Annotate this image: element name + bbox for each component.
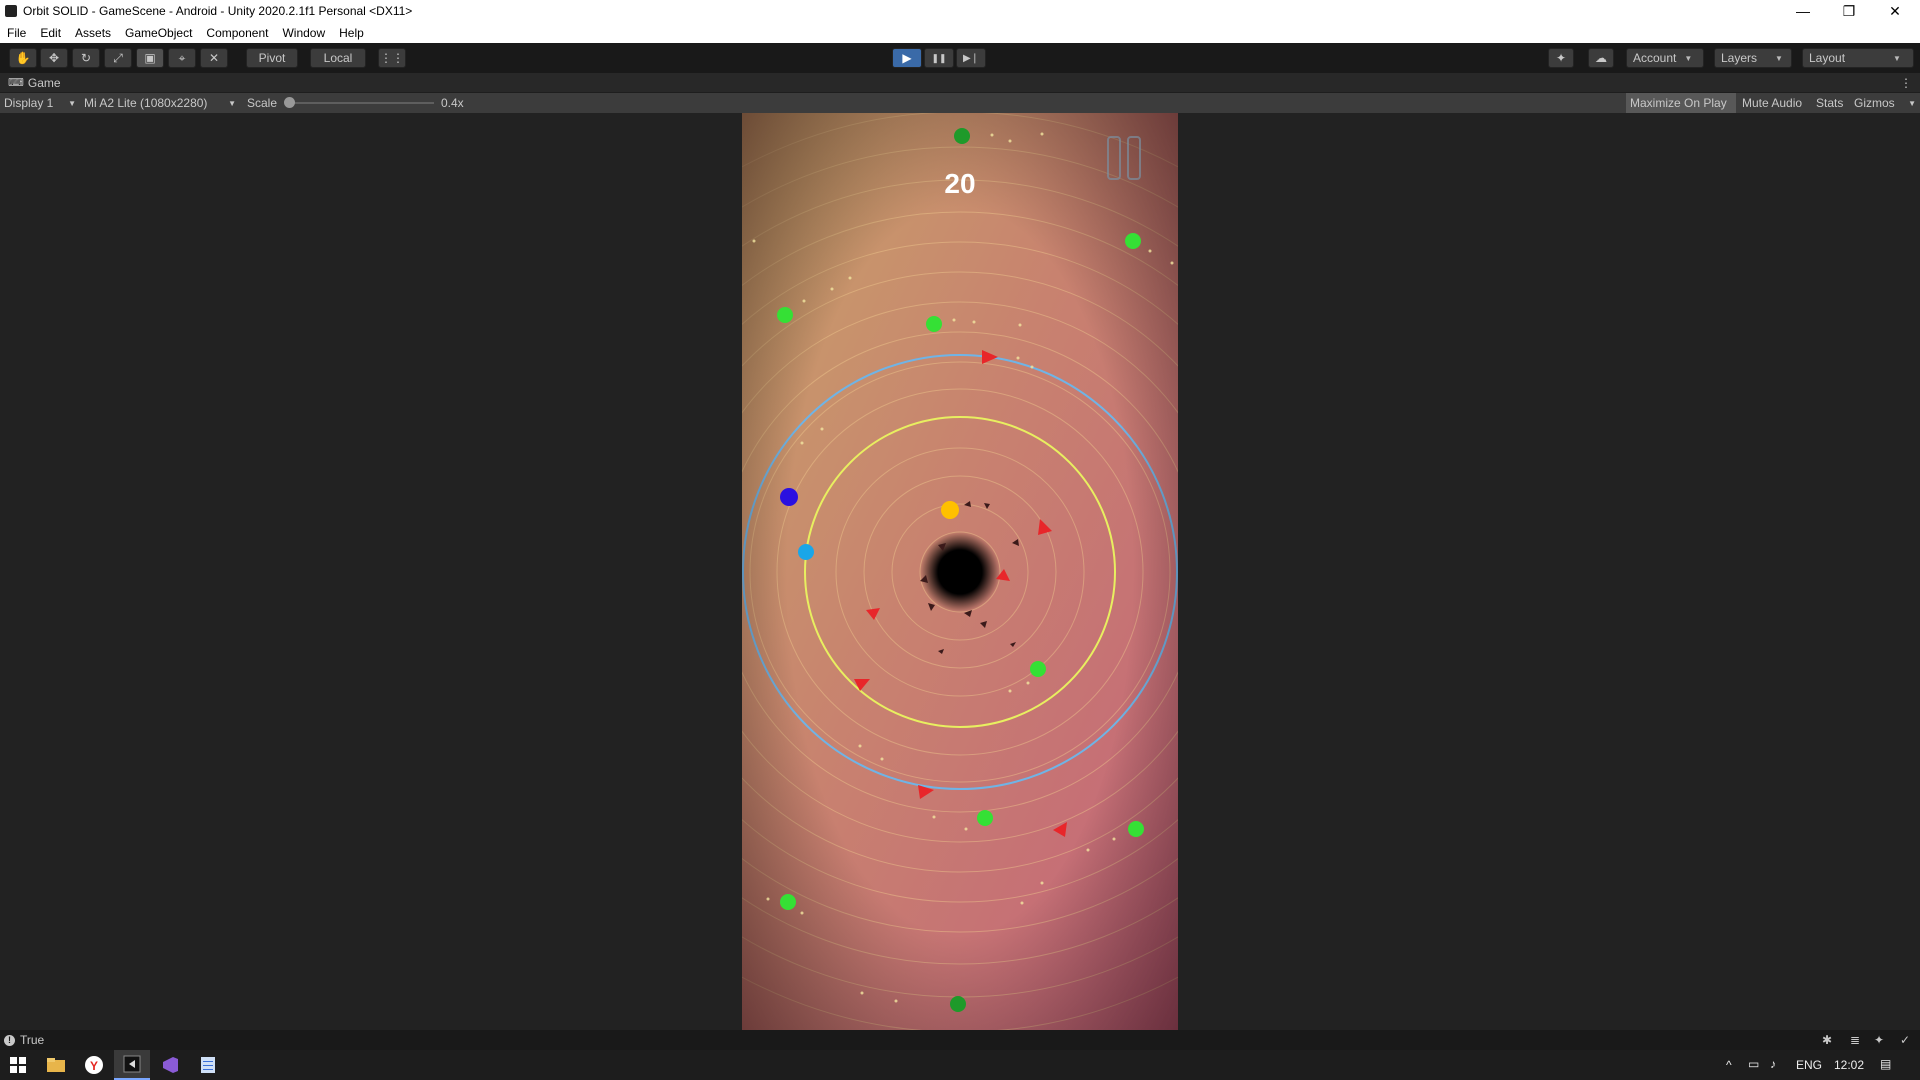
chevron-down-icon: ▼ <box>1684 53 1693 63</box>
custom-tool-icon[interactable]: ✕ <box>200 48 228 68</box>
hand-tool-icon[interactable]: ✋ <box>9 48 37 68</box>
local-label: Local <box>323 51 353 65</box>
game-viewport[interactable]: 20 <box>742 113 1178 1030</box>
stats-label: Stats <box>1816 96 1844 110</box>
visual-studio-icon[interactable] <box>152 1050 188 1080</box>
window-title: Orbit SOLID - GameScene - Android - Unit… <box>23 4 413 18</box>
display-label: Display 1 <box>4 96 54 110</box>
main-toolbar: ✋ ✥ ↻ ⤢ ▣ ⌖ ✕ Pivot Local ⋮⋮ ▶ ❚❚ ▶❘ ✦ ☁… <box>0 43 1920 73</box>
layout-label: Layout <box>1809 51 1846 65</box>
account-dropdown[interactable]: Account ▼ <box>1626 48 1704 68</box>
title-bar: Orbit SOLID - GameScene - Android - Unit… <box>0 0 1920 22</box>
console-message[interactable]: True <box>20 1033 44 1047</box>
close-button[interactable]: ✕ <box>1872 0 1918 22</box>
mute-audio-toggle[interactable]: Mute Audio <box>1738 93 1810 113</box>
scale-slider-handle[interactable] <box>284 97 295 108</box>
clock[interactable]: 12:02 <box>1834 1058 1864 1072</box>
status-bar: ! True ✱ ≣ ✦ ✓ <box>0 1030 1920 1050</box>
scale-label: Scale <box>247 96 278 110</box>
unity-taskbar-icon[interactable] <box>114 1050 150 1080</box>
game-view-controls: Display 1 ▼ Mi A2 Lite (1080x2280) ▼ Sca… <box>0 93 1920 113</box>
layers-label: Layers <box>1721 51 1758 65</box>
stack-icon[interactable]: ≣ <box>1850 1033 1860 1047</box>
menu-assets[interactable]: Assets <box>68 26 118 40</box>
resolution-dropdown[interactable]: Mi A2 Lite (1080x2280) ▼ <box>80 93 240 113</box>
unity-app-icon <box>5 5 17 17</box>
chevron-down-icon: ▼ <box>1908 98 1916 108</box>
game-view-area: 20 <box>0 113 1920 1030</box>
network-icon[interactable]: ▭ <box>1748 1057 1759 1071</box>
chevron-down-icon: ▼ <box>1893 53 1901 63</box>
black-hole <box>920 532 1000 612</box>
info-icon: ! <box>4 1034 15 1046</box>
scale-slider-track[interactable] <box>290 102 434 104</box>
notepad-icon[interactable] <box>190 1050 226 1080</box>
menu-help[interactable]: Help <box>332 26 371 40</box>
language-indicator[interactable]: ENG <box>1796 1058 1822 1072</box>
file-explorer-icon[interactable] <box>38 1050 74 1080</box>
windows-start-icon[interactable] <box>0 1050 36 1080</box>
chevron-up-icon[interactable]: ^ <box>1726 1058 1732 1072</box>
pivot-toggle[interactable]: Pivot <box>246 48 298 68</box>
player-blue-planet <box>780 488 798 506</box>
chevron-down-icon: ▼ <box>228 98 236 108</box>
pause-button[interactable]: ❚❚ <box>924 48 954 68</box>
game-scene <box>742 113 1178 1030</box>
cloud-icon[interactable]: ☁ <box>1588 48 1614 68</box>
maximize-label: Maximize On Play <box>1630 96 1727 110</box>
scale-tool-icon[interactable]: ⤢ <box>104 48 132 68</box>
auto-generate-icon[interactable]: ✦ <box>1874 1033 1884 1047</box>
yellow-planet <box>941 501 959 519</box>
stats-toggle[interactable]: Stats <box>1812 93 1848 113</box>
bug-icon[interactable]: ✱ <box>1822 1033 1832 1047</box>
scale-value: 0.4x <box>441 96 464 110</box>
restore-button[interactable]: ❐ <box>1826 0 1872 22</box>
gizmos-label: Gizmos <box>1854 96 1895 110</box>
resolution-label: Mi A2 Lite (1080x2280) <box>84 96 208 110</box>
local-toggle[interactable]: Local <box>310 48 366 68</box>
check-icon[interactable]: ✓ <box>1900 1033 1910 1047</box>
notifications-icon[interactable]: ▤ <box>1880 1057 1891 1071</box>
score-counter: 20 <box>944 168 976 199</box>
account-label: Account <box>1633 51 1677 65</box>
maximize-on-play-toggle[interactable]: Maximize On Play <box>1626 93 1736 113</box>
collab-icon[interactable]: ✦ <box>1548 48 1574 68</box>
chevron-down-icon: ▼ <box>68 98 76 108</box>
svg-text:Y: Y <box>90 1059 98 1073</box>
mute-label: Mute Audio <box>1742 96 1803 110</box>
step-button[interactable]: ▶❘ <box>956 48 986 68</box>
cyan-planet <box>798 544 814 560</box>
menu-edit[interactable]: Edit <box>33 26 68 40</box>
menu-window[interactable]: Window <box>275 26 332 40</box>
menu-component[interactable]: Component <box>199 26 275 40</box>
volume-icon[interactable]: ♪ <box>1770 1057 1776 1071</box>
windows-taskbar: Y ^ ▭ ♪ ENG 12:02 ▤ <box>0 1050 1920 1080</box>
menu-file[interactable]: File <box>0 26 33 40</box>
play-button[interactable]: ▶ <box>892 48 922 68</box>
gizmos-dropdown[interactable]: Gizmos ▼ <box>1850 93 1920 113</box>
game-tab[interactable]: Game <box>28 76 61 90</box>
grid-snap-icon[interactable]: ⋮⋮ <box>378 48 406 68</box>
rotate-tool-icon[interactable]: ↻ <box>72 48 100 68</box>
rect-tool-icon[interactable]: ▣ <box>136 48 164 68</box>
yandex-browser-icon[interactable]: Y <box>76 1050 112 1080</box>
menu-bar: File Edit Assets GameObject Component Wi… <box>0 22 1920 43</box>
gamepad-icon: ⌨ <box>8 77 24 89</box>
layers-dropdown[interactable]: Layers ▼ <box>1714 48 1792 68</box>
move-tool-icon[interactable]: ✥ <box>40 48 68 68</box>
menu-gameobject[interactable]: GameObject <box>118 26 199 40</box>
layout-dropdown[interactable]: Layout ▼ <box>1802 48 1914 68</box>
display-dropdown[interactable]: Display 1 ▼ <box>0 93 80 113</box>
minimize-button[interactable]: — <box>1780 0 1826 22</box>
pivot-label: Pivot <box>258 51 286 65</box>
game-tab-header: ⌨ Game ⋮ <box>0 73 1920 93</box>
more-options-icon[interactable]: ⋮ <box>1900 76 1912 90</box>
chevron-down-icon: ▼ <box>1775 53 1783 63</box>
transform-tool-icon[interactable]: ⌖ <box>168 48 196 68</box>
